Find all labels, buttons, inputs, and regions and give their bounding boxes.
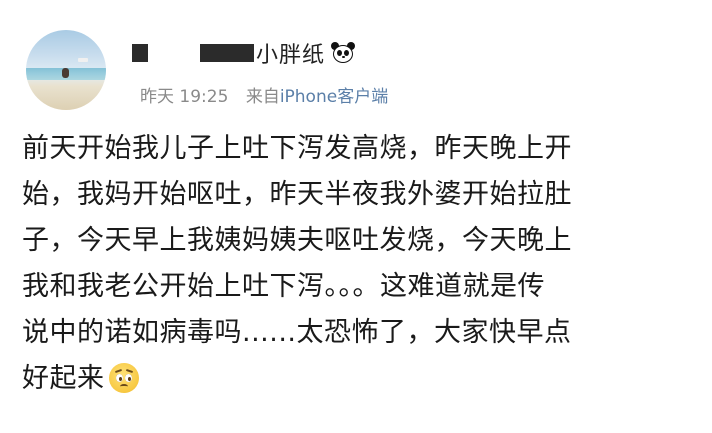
username-row[interactable]: 小胖纸 — [132, 36, 356, 70]
redaction-block — [200, 44, 254, 62]
content-line: 说中的诺如病毒吗......太恐怖了，大家快早点 — [22, 317, 572, 348]
content-line: 子，今天早上我姨妈姨夫呕吐发烧，今天晚上 — [22, 225, 572, 256]
content-line: 始，我妈开始呕吐，昨天半夜我外婆开始拉肚 — [22, 179, 572, 210]
post-source-device[interactable]: iPhone客户端 — [280, 87, 388, 107]
post-content: 前天开始我儿子上吐下泻发高烧，昨天晚上开 始，我妈开始呕吐，昨天半夜我外婆开始拉… — [22, 126, 692, 402]
content-line: 前天开始我儿子上吐下泻发高烧，昨天晚上开 — [22, 133, 572, 164]
post-meta: 昨天 19:25 来自iPhone客户端 — [134, 82, 388, 107]
avatar-person — [62, 68, 69, 78]
avatar-boat — [78, 58, 88, 62]
post-timestamp: 昨天 19:25 — [140, 87, 229, 107]
panda-icon — [331, 42, 356, 64]
weibo-post: 小胖纸 昨天 19:25 来自iPhone客户端 前天开始我儿子上吐下泻发高烧，… — [0, 0, 712, 433]
content-line-last: 好起来 — [22, 356, 692, 402]
content-line-text: 好起来 — [22, 363, 105, 394]
redaction-block — [132, 44, 148, 62]
pleading-face-emoji-icon — [108, 363, 139, 393]
post-source-prefix: 来自 — [245, 87, 280, 107]
avatar[interactable] — [26, 30, 106, 110]
content-line: 我和我老公开始上吐下泻。。。这难道就是传 — [22, 271, 545, 302]
username[interactable]: 小胖纸 — [256, 37, 325, 69]
